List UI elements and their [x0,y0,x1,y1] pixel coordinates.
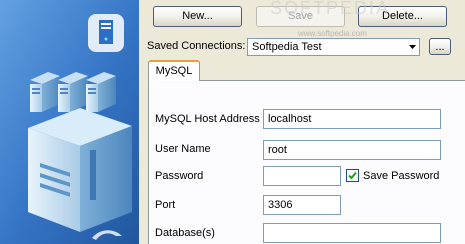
tab-mysql[interactable]: MySQL [148,60,200,81]
user-name-value: root [268,144,287,156]
password-input[interactable] [263,166,341,186]
user-name-input[interactable]: root [263,140,441,160]
host-address-input[interactable]: localhost [263,109,441,129]
saved-connections-label: Saved Connections: [147,40,246,52]
server-icon [88,14,124,52]
host-address-value: localhost [268,113,312,125]
delete-button[interactable]: Delete... [358,6,447,27]
password-label: Password [155,170,204,182]
dropdown-arrow-icon[interactable] [405,39,419,55]
port-value: 3306 [268,199,293,211]
port-input[interactable]: 3306 [263,195,341,215]
save-password-checkbox[interactable] [346,169,359,182]
saved-connections-select[interactable]: Softpedia Test [247,38,420,56]
database-input[interactable] [263,223,441,243]
mysql-tab-panel [148,80,465,244]
checkmark-icon [348,171,357,180]
database-label: Database(s) [155,227,215,239]
host-address-label: MySQL Host Address [155,113,260,125]
saved-connections-value: Softpedia Test [252,41,322,53]
watermark-url: www.softpedia.com [298,29,367,38]
user-name-label: User Name [155,143,211,155]
save-button[interactable]: Save [256,6,345,27]
browse-connections-button[interactable]: ... [429,38,451,55]
new-button[interactable]: New... [153,6,242,27]
sidebar-illustration [0,0,139,244]
port-label: Port [155,199,176,211]
save-password-label: Save Password [363,170,440,182]
